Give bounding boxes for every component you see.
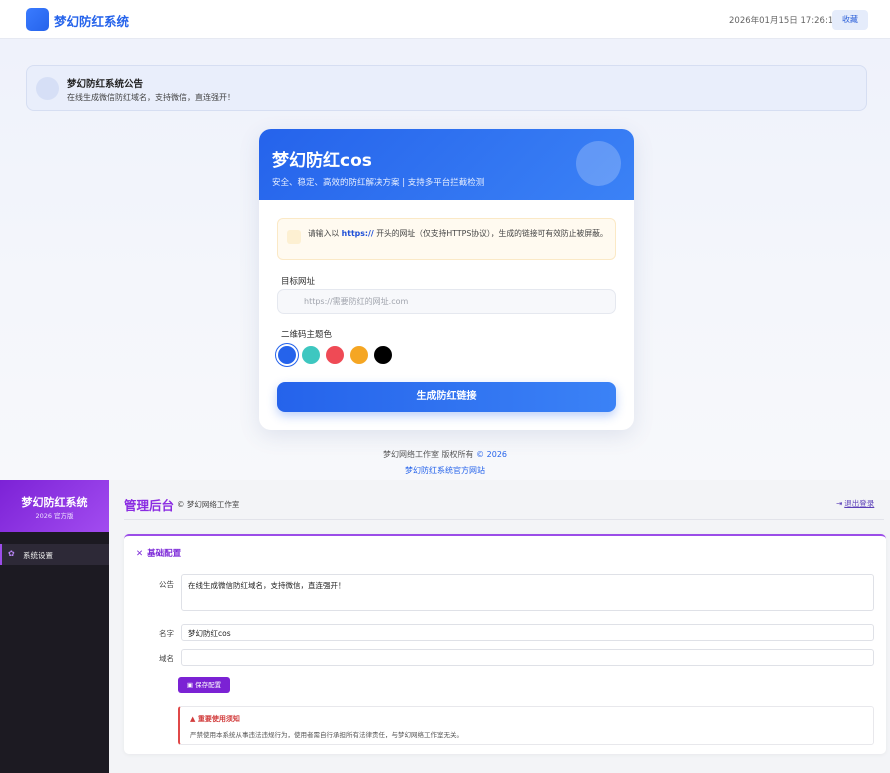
page-title: 管理后台 bbox=[124, 498, 175, 513]
generate-link-button[interactable]: 生成防红链接 bbox=[277, 382, 616, 412]
theme-color-swatch[interactable] bbox=[374, 346, 392, 364]
front-page: 梦幻防红系统 2026年01月15日 17:26:10 收藏 梦幻防红系统公告 … bbox=[0, 0, 890, 480]
theme-color-swatch[interactable] bbox=[278, 346, 296, 364]
admin-sidebar: 梦幻防红系统 2026 官方版 ✿ 系统设置 bbox=[0, 480, 109, 773]
footer-year: © 2026 bbox=[476, 450, 507, 459]
info-icon bbox=[287, 230, 301, 244]
save-config-button[interactable]: ▣ 保存配置 bbox=[178, 677, 230, 693]
sidebar-item-settings[interactable]: ✿ 系统设置 bbox=[0, 544, 109, 565]
save-icon: ▣ bbox=[186, 681, 196, 689]
basic-config-panel: ✕ 基础配置 公告 在线生成微信防红域名，支持微信，直连强开！ 名字 梦幻防红co… bbox=[124, 534, 886, 754]
theme-color-swatch[interactable] bbox=[302, 346, 320, 364]
tools-icon: ✕ bbox=[136, 549, 144, 559]
gear-icon: ✿ bbox=[8, 549, 15, 558]
current-datetime: 2026年01月15日 17:26:10 bbox=[729, 16, 839, 26]
card-subtitle: 安全、稳定、高效的防红解决方案 | 支持多平台拦截检测 bbox=[272, 178, 485, 188]
logout-icon: ⇥ bbox=[836, 499, 843, 508]
sidebar-title: 梦幻防红系统 bbox=[21, 496, 88, 509]
theme-color-swatch[interactable] bbox=[326, 346, 344, 364]
logo-icon bbox=[26, 8, 49, 31]
notice-field-label: 公告 bbox=[159, 580, 174, 589]
admin-content: 管理后台 © 梦幻网络工作室 ⇥ 退出登录 ✕ 基础配置 公告 在线生成微信防红域名… bbox=[109, 480, 890, 773]
name-field-label: 名字 bbox=[159, 629, 174, 638]
domain-field-label: 域名 bbox=[159, 654, 174, 663]
sidebar-version: 2026 官方版 bbox=[35, 512, 74, 520]
usage-warning: ▲ 重要使用须知 严禁使用本系统从事违法违规行为，使用者需自行承担所有法律责任，… bbox=[178, 706, 874, 745]
announcement-text: 在线生成微信防红域名，支持微信，直连强开！ bbox=[67, 93, 235, 102]
favorite-button[interactable]: 收藏 bbox=[832, 10, 868, 30]
target-url-label: 目标网址 bbox=[281, 277, 316, 287]
card-title: 梦幻防红cos bbox=[272, 151, 372, 171]
sidebar-item-label: 系统设置 bbox=[23, 551, 53, 560]
target-url-input[interactable] bbox=[277, 289, 616, 314]
card-header: 梦幻防红cos 安全、稳定、高效的防红解决方案 | 支持多平台拦截检测 bbox=[259, 129, 634, 200]
name-input[interactable]: 梦幻防红cos bbox=[181, 624, 874, 641]
footer-copyright: 梦幻网络工作室 版权所有 © 2026 bbox=[383, 450, 507, 459]
announcement-banner: 梦幻防红系统公告 在线生成微信防红域名，支持微信，直连强开！ bbox=[26, 65, 867, 111]
panel-title: ✕ 基础配置 bbox=[136, 549, 182, 559]
logout-link[interactable]: ⇥ 退出登录 bbox=[836, 498, 874, 509]
domain-input[interactable] bbox=[181, 649, 874, 666]
theme-color-swatch[interactable] bbox=[350, 346, 368, 364]
qr-theme-label: 二维码主题色 bbox=[281, 330, 333, 340]
announcement-title: 梦幻防红系统公告 bbox=[67, 79, 144, 90]
generator-card: 梦幻防红cos 安全、稳定、高效的防红解决方案 | 支持多平台拦截检测 请输入以… bbox=[259, 129, 634, 430]
admin-copyright: © 梦幻网络工作室 bbox=[177, 500, 240, 509]
decorative-circle-icon bbox=[576, 141, 621, 186]
tip-protocol: https:// bbox=[341, 229, 374, 238]
tip-text: 请输入以 https:// 开头的网址（仅支持HTTPS协议），生成的链接可有效… bbox=[308, 229, 608, 238]
announcement-icon bbox=[36, 77, 59, 100]
warning-text: 严禁使用本系统从事违法违规行为，使用者需自行承担所有法律责任，与梦幻网络工作室无… bbox=[190, 731, 463, 739]
footer-official-link[interactable]: 梦幻防红系统官方网站 bbox=[0, 465, 890, 476]
header-divider bbox=[124, 519, 884, 520]
https-tip: 请输入以 https:// 开头的网址（仅支持HTTPS协议），生成的链接可有效… bbox=[277, 218, 616, 260]
sidebar-header: 梦幻防红系统 2026 官方版 bbox=[0, 480, 109, 532]
brand-name: 梦幻防红系统 bbox=[54, 14, 130, 29]
warning-title: ▲ 重要使用须知 bbox=[190, 715, 240, 723]
notice-textarea[interactable]: 在线生成微信防红域名，支持微信，直连强开！ bbox=[181, 574, 874, 611]
warning-icon: ▲ bbox=[190, 715, 198, 723]
top-navbar: 梦幻防红系统 2026年01月15日 17:26:10 收藏 bbox=[0, 0, 890, 39]
